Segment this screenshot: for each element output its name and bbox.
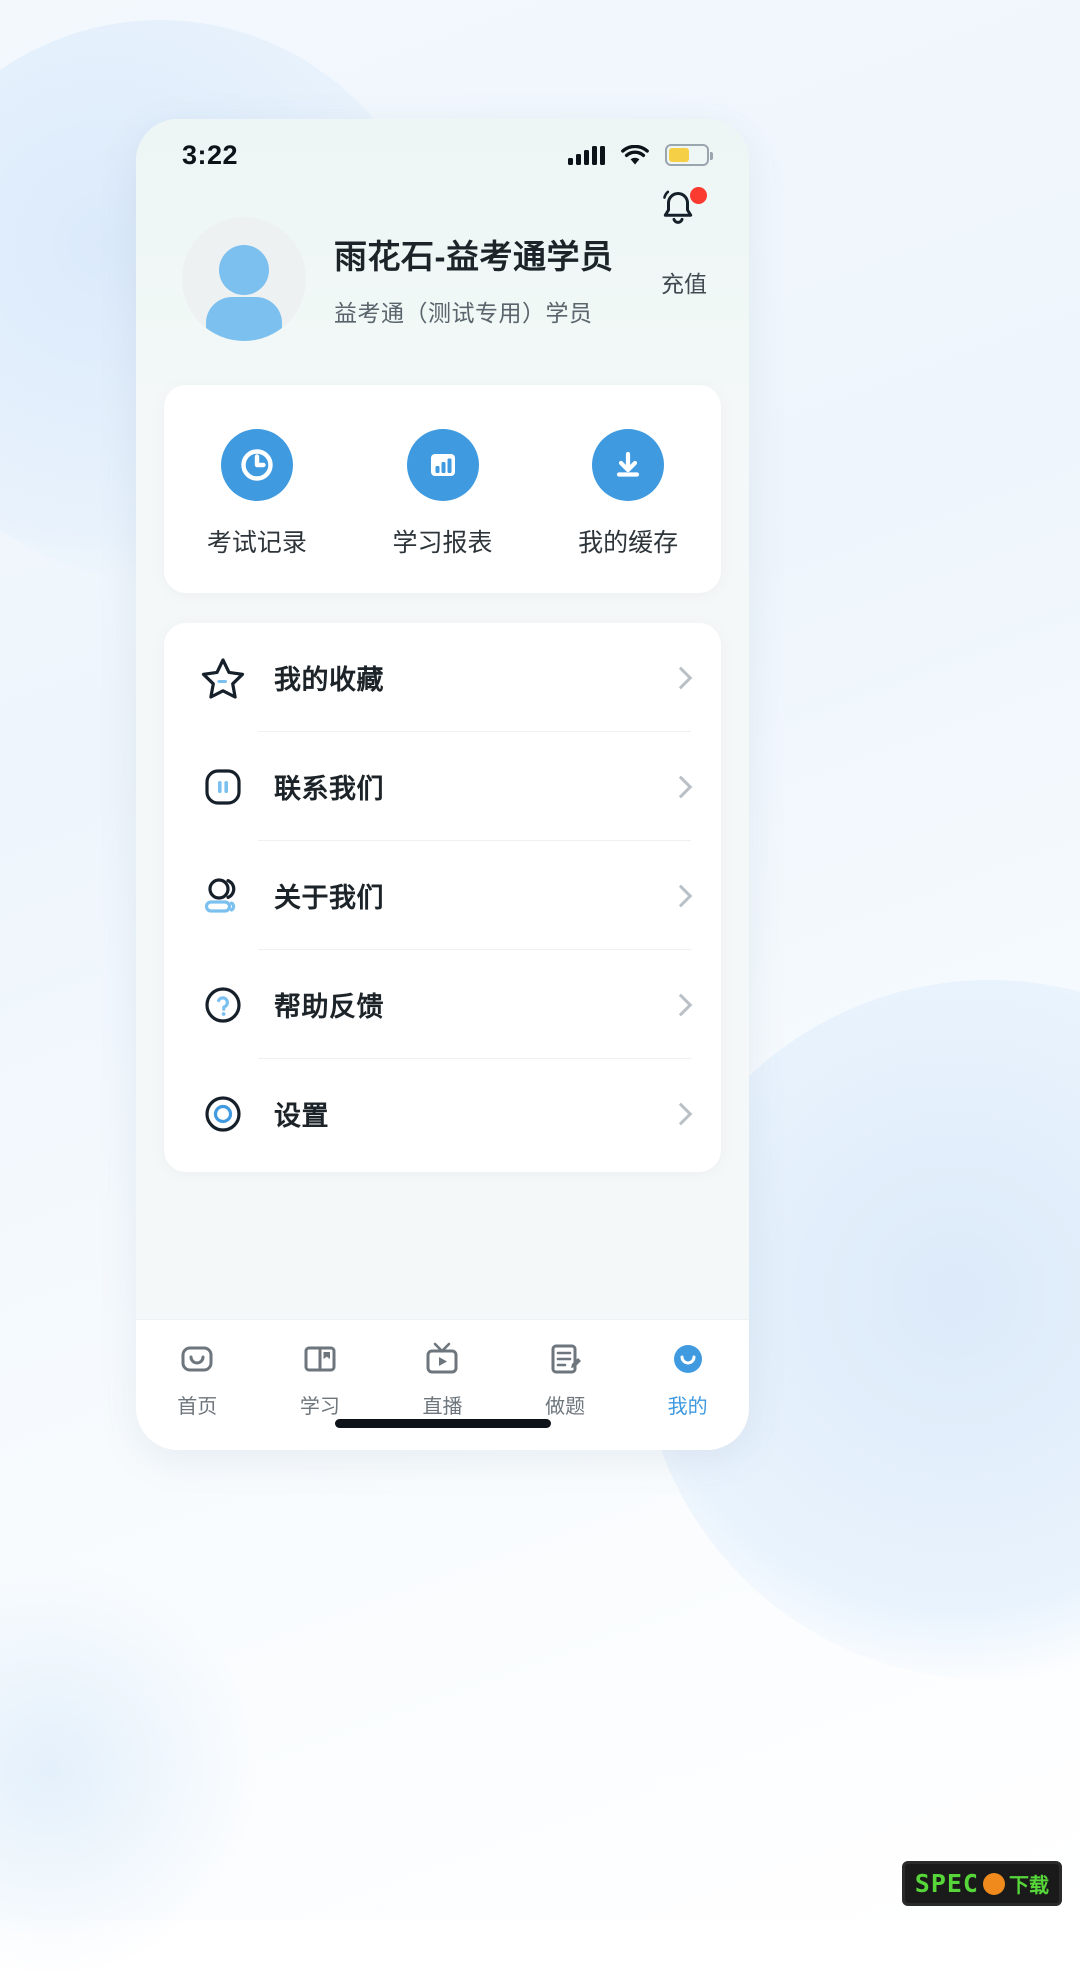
- menu-item-label: 设置: [274, 1101, 329, 1131]
- quick-actions-card: 考试记录 学习报表 我的缓存: [164, 385, 721, 593]
- home-indicator: [334, 1419, 551, 1428]
- menu-item-label: 我的收藏: [274, 665, 384, 695]
- tab-label: 直播: [422, 1396, 463, 1418]
- menu-item-about-us[interactable]: 关于我们: [164, 841, 721, 950]
- profile-header: 雨花石-益考通学员 益考通（测试专用）学员 充值: [136, 187, 749, 385]
- quick-action-label: 我的缓存: [578, 529, 679, 557]
- tab-study[interactable]: 学习: [259, 1340, 382, 1419]
- menu-item-favorites[interactable]: 我的收藏: [164, 623, 721, 732]
- avatar[interactable]: [182, 217, 306, 341]
- tab-label: 做题: [545, 1396, 586, 1418]
- quick-action-study-report[interactable]: 学习报表: [350, 429, 536, 559]
- battery-icon: [665, 144, 713, 166]
- about-icon: [194, 867, 252, 925]
- book-icon: [304, 1346, 336, 1372]
- decorative-blob-bottom-left: [0, 1560, 260, 1980]
- tab-home[interactable]: 首页: [136, 1340, 259, 1419]
- contact-icon: [194, 758, 252, 816]
- home-icon: [181, 1346, 213, 1372]
- watermark-suffix: 下载: [1009, 1875, 1049, 1897]
- chevron-right-icon: [669, 666, 693, 689]
- quick-action-exam-records[interactable]: 考试记录: [164, 429, 350, 559]
- menu-item-help-feedback[interactable]: 帮助反馈: [164, 950, 721, 1059]
- profile-icon: [673, 1345, 702, 1373]
- tab-practice[interactable]: 做题: [504, 1340, 627, 1419]
- wifi-icon: [621, 144, 649, 166]
- question-circle-icon: [194, 976, 252, 1034]
- clock-icon: [220, 429, 293, 501]
- chevron-right-icon: [669, 775, 693, 798]
- bar-chart-icon: [406, 429, 479, 501]
- star-icon: [194, 649, 252, 707]
- watermark: SPEC 下载: [901, 1861, 1062, 1906]
- phone-frame: 3:22 雨花石-益考通学员 益考通（测试专用）学员 充值 考试记录 学习报表 …: [136, 119, 749, 1450]
- note-pencil-icon: [551, 1344, 582, 1374]
- screen-upper-section: 3:22 雨花石-益考通学员 益考通（测试专用）学员 充值: [136, 119, 749, 385]
- quick-action-my-cache[interactable]: 我的缓存: [535, 429, 721, 559]
- avatar-body-shape: [206, 297, 282, 341]
- settings-icon: [194, 1085, 252, 1143]
- recharge-button[interactable]: 充值: [661, 265, 707, 299]
- profile-name: 雨花石-益考通学员: [334, 238, 614, 275]
- menu-item-label: 联系我们: [274, 774, 384, 804]
- profile-subtitle: 益考通（测试专用）学员: [334, 300, 593, 326]
- menu-item-contact-us[interactable]: 联系我们: [164, 732, 721, 841]
- quick-action-label: 学习报表: [392, 529, 493, 557]
- chevron-right-icon: [669, 1102, 693, 1125]
- menu-item-settings[interactable]: 设置: [164, 1059, 721, 1168]
- quick-action-label: 考试记录: [206, 529, 307, 557]
- chevron-right-icon: [669, 993, 693, 1016]
- menu-item-label: 帮助反馈: [274, 992, 384, 1022]
- download-icon: [592, 429, 665, 501]
- profile-text-block: 雨花石-益考通学员 益考通（测试专用）学员: [334, 230, 614, 328]
- menu-card: 我的收藏 联系我们 关于我们 帮助反馈 设置: [164, 623, 721, 1172]
- status-bar: 3:22: [136, 119, 749, 191]
- status-time: 3:22: [182, 139, 239, 170]
- tab-live[interactable]: 直播: [381, 1340, 504, 1419]
- notification-badge: [690, 187, 707, 204]
- tv-icon: [426, 1342, 458, 1374]
- watermark-text: SPEC: [914, 1869, 979, 1898]
- notification-bell-button[interactable]: [655, 185, 707, 237]
- bottom-tab-bar: 首页 学习 直播 做题 我的: [136, 1319, 749, 1450]
- chevron-right-icon: [669, 884, 693, 907]
- status-icons: [568, 144, 713, 166]
- avatar-head-shape: [219, 245, 269, 295]
- menu-item-label: 关于我们: [274, 883, 384, 913]
- cellular-signal-icon: [568, 145, 605, 165]
- tab-label: 我的: [667, 1396, 708, 1418]
- tab-mine[interactable]: 我的: [626, 1340, 749, 1419]
- tab-label: 首页: [177, 1396, 218, 1418]
- tab-label: 学习: [299, 1396, 340, 1418]
- watermark-o-glyph: [983, 1872, 1005, 1895]
